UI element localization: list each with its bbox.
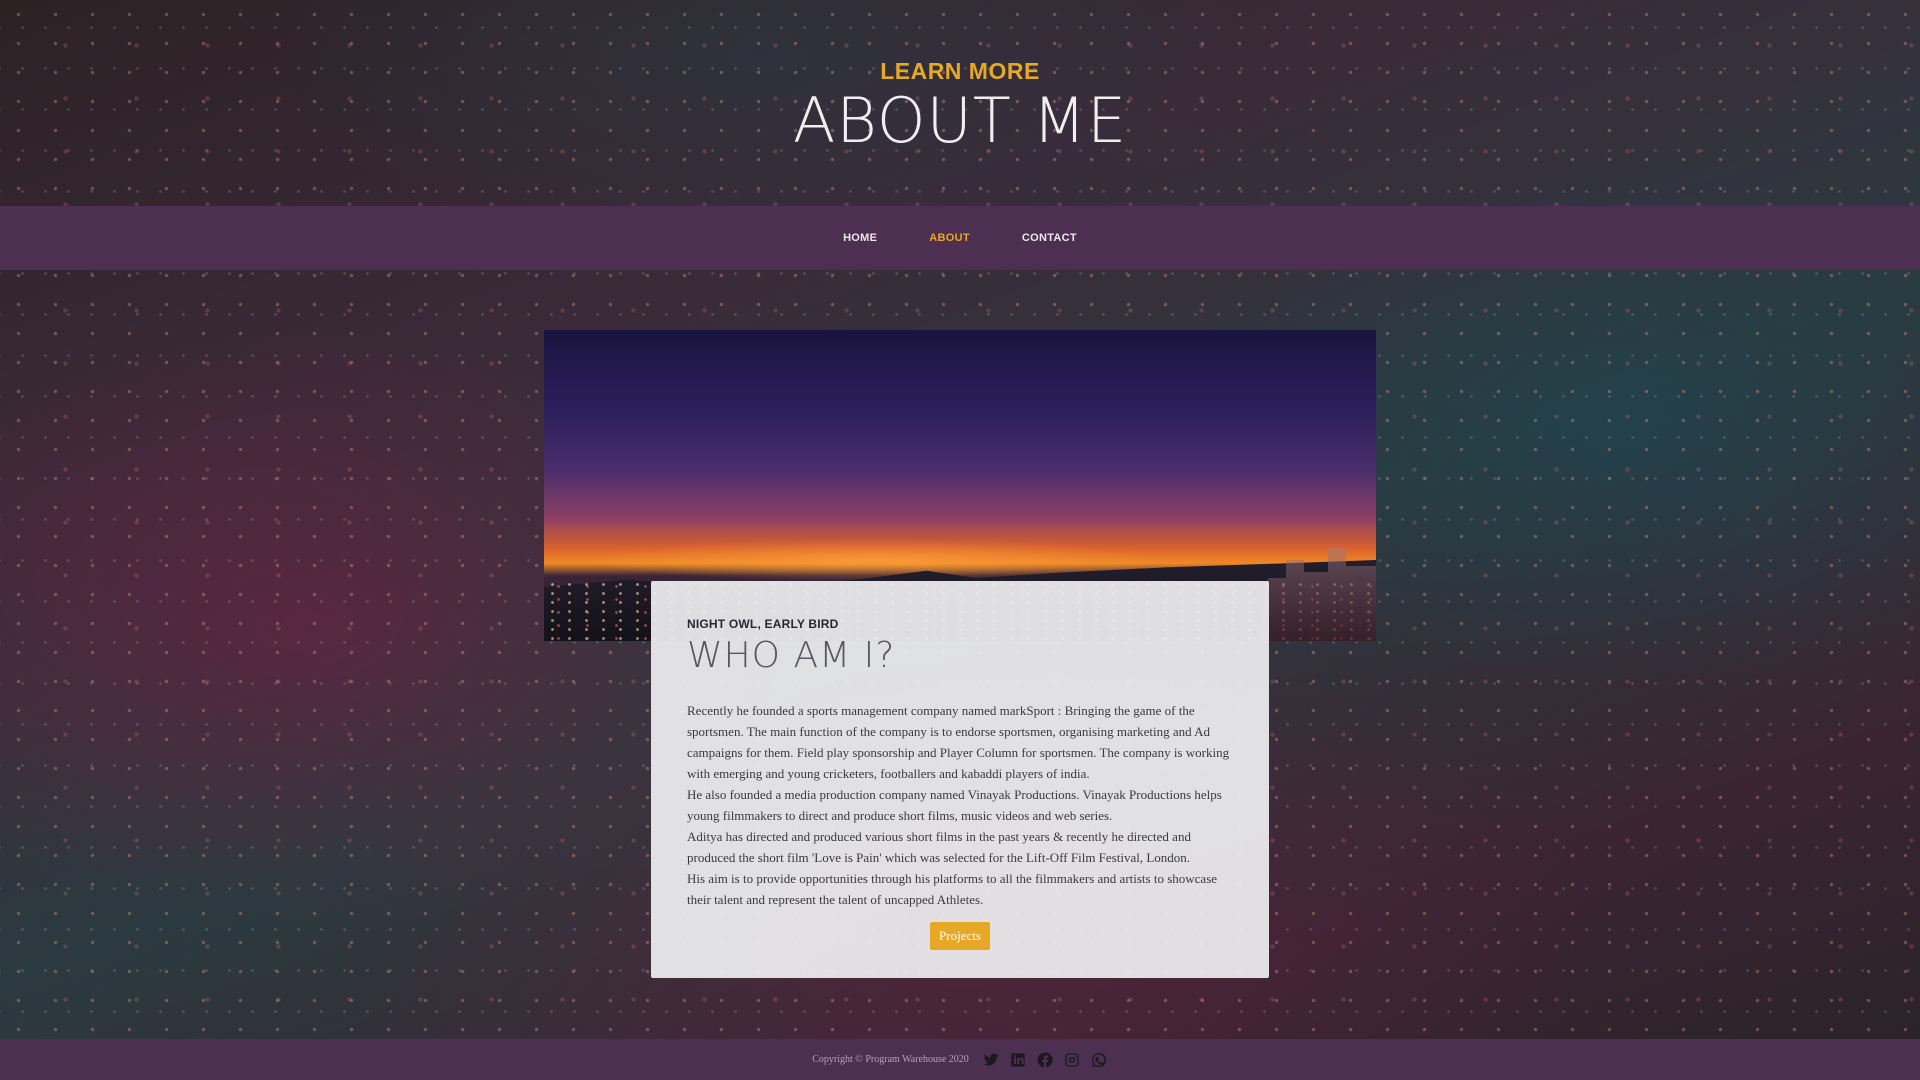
twitter-icon[interactable] (983, 1051, 1000, 1068)
main-nav: HOME ABOUT CONTACT (0, 206, 1920, 270)
card-paragraph: Recently he founded a sports management … (687, 703, 1230, 781)
facebook-icon[interactable] (1037, 1051, 1054, 1068)
button-row: Projects (687, 922, 1233, 950)
card-paragraph: Aditya has directed and produced various… (687, 829, 1191, 865)
projects-button[interactable]: Projects (930, 922, 990, 950)
instagram-icon[interactable] (1064, 1051, 1081, 1068)
nav-item-contact[interactable]: CONTACT (1020, 228, 1079, 248)
card-eyebrow: NIGHT OWL, EARLY BIRD (687, 617, 839, 631)
hero-header: LEARN MORE ABOUT ME (0, 0, 1920, 206)
page-title: ABOUT ME (792, 84, 1128, 157)
nav-item-home[interactable]: HOME (841, 228, 879, 248)
card-body: Recently he founded a sports management … (687, 700, 1233, 910)
card-paragraph: His aim is to provide opportunities thro… (687, 871, 1218, 907)
about-card: NIGHT OWL, EARLY BIRD WHO AM I? Recently… (651, 581, 1269, 978)
copyright-text: Copyright © Program Warehouse 2020 (812, 1054, 969, 1065)
card-title: WHO AM I? (687, 635, 896, 676)
nav-item-about[interactable]: ABOUT (927, 228, 972, 248)
card-paragraph: He also founded a media production compa… (687, 787, 1222, 823)
hero-subtitle: LEARN MORE (880, 58, 1040, 84)
whatsapp-icon[interactable] (1091, 1051, 1108, 1068)
linkedin-icon[interactable] (1010, 1051, 1027, 1068)
footer: Copyright © Program Warehouse 2020 (0, 1039, 1920, 1080)
